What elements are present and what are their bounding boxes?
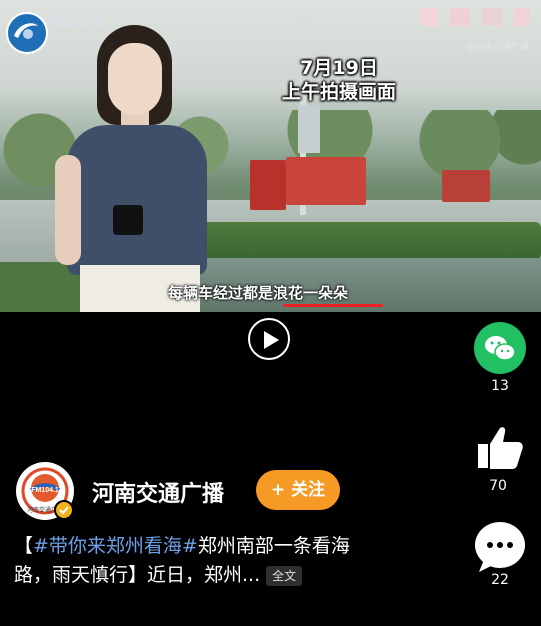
comment-count: 22 <box>491 572 509 588</box>
video-description: 【#带你来郑州看海#郑州南部一条看海 路，雨天慎行】近日，郑州... 全文 <box>14 532 434 590</box>
verified-badge-icon <box>54 500 74 520</box>
walkie-talkie <box>113 205 143 235</box>
comment-icon <box>479 542 513 572</box>
like-button[interactable]: 70 <box>468 422 528 494</box>
bracket-open: 【 <box>14 535 34 557</box>
thumbs-up-icon <box>478 427 523 469</box>
channel-logo <box>6 12 48 54</box>
like-count: 70 <box>489 478 507 494</box>
share-count: 13 <box>491 378 509 394</box>
expand-fulltext-button[interactable]: 全文 <box>266 565 303 586</box>
video-watermark: @河南交通广播 <box>466 43 530 53</box>
play-button[interactable] <box>248 318 290 360</box>
truck-cargo <box>286 157 366 205</box>
truck-distant <box>442 170 490 202</box>
video-player[interactable]: 河南交通广播 @河南交通广播 7月19日 上午拍摄画面 每辆车经过都是浪花一朵朵 <box>0 0 541 312</box>
hedge <box>200 222 541 260</box>
reporter <box>55 25 220 312</box>
share-wechat-button[interactable]: 13 <box>470 322 530 394</box>
description-line1: 郑州南部一条看海 <box>197 535 350 557</box>
svg-text:FM104.1: FM104.1 <box>31 487 59 494</box>
hashtag-link[interactable]: #带你来郑州看海# <box>33 535 198 557</box>
description-line2: 路，雨天慎行】近日，郑州... <box>14 564 261 586</box>
subtitle-underline <box>283 304 383 307</box>
road-sign <box>298 105 320 153</box>
account-name[interactable]: 河南交通广播 <box>92 476 224 508</box>
channel-brand-text: 河南交通广播 <box>50 19 105 29</box>
video-date-caption: 7月19日 上午拍摄画面 <box>282 57 397 103</box>
video-subtitle: 每辆车经过都是浪花一朵朵 <box>168 284 349 302</box>
blurred-overlay <box>420 8 530 26</box>
truck-cab <box>250 160 286 210</box>
comment-button[interactable]: 22 <box>470 522 530 588</box>
play-icon <box>264 331 279 349</box>
wechat-icon <box>485 336 516 361</box>
follow-button[interactable]: + 关注 <box>256 470 340 510</box>
